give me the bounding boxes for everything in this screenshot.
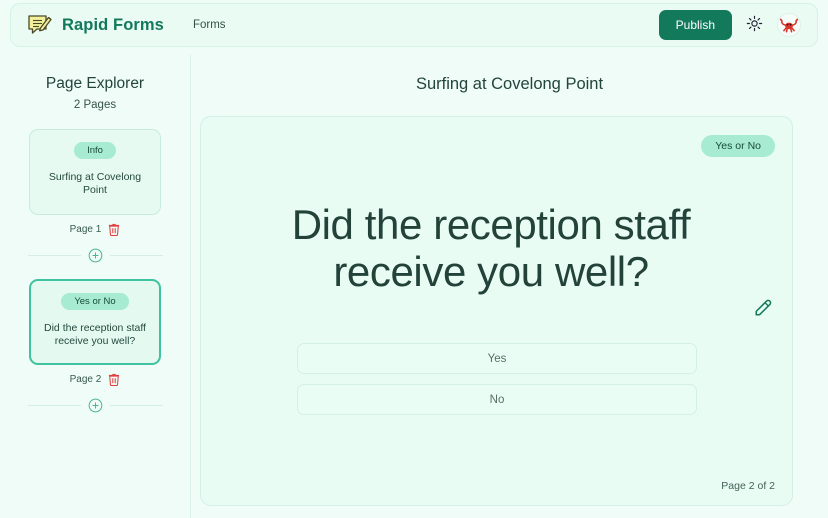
pencil-icon	[753, 299, 774, 320]
plus-circle-icon	[88, 248, 103, 266]
brand-name: Rapid Forms	[62, 15, 164, 34]
sun-icon	[746, 15, 763, 35]
plus-circle-icon	[88, 398, 103, 416]
page-meta-2: Page 2	[0, 373, 190, 389]
add-page-divider-2	[27, 398, 163, 413]
header-actions: Publish	[658, 10, 801, 40]
user-avatar-button[interactable]	[777, 13, 801, 37]
page-type-chip: Yes or No	[61, 293, 129, 310]
divider-line	[109, 255, 163, 256]
page-meta-1: Page 1	[0, 223, 190, 239]
page-count-label: 2 Pages	[73, 99, 117, 111]
question-text: Did the reception staff receive you well…	[291, 201, 691, 296]
form-editor-main: Surfing at Covelong Point Yes or No Did …	[191, 55, 828, 518]
theme-toggle-button[interactable]	[746, 15, 763, 35]
trash-icon	[108, 373, 120, 389]
answer-option-no[interactable]: No	[297, 384, 697, 415]
app-header: Rapid Forms Forms Publish	[10, 3, 818, 47]
divider-line	[109, 405, 163, 406]
brand[interactable]: Rapid Forms	[27, 13, 164, 37]
trash-icon	[108, 223, 120, 239]
page-indicator: Page 2 of 2	[721, 480, 775, 492]
nav-link-forms[interactable]: Forms	[193, 19, 226, 31]
avatar	[777, 13, 801, 37]
page-explorer-sidebar: Page Explorer 2 Pages Info Surfing at Co…	[0, 55, 191, 518]
add-page-button-1[interactable]	[81, 248, 110, 263]
divider-line	[27, 255, 81, 256]
publish-button[interactable]: Publish	[658, 10, 732, 40]
page-type-chip: Info	[74, 142, 116, 159]
add-page-divider-1	[27, 248, 163, 263]
form-pencil-logo-icon	[27, 13, 53, 37]
add-page-button-2[interactable]	[81, 398, 110, 413]
answer-option-yes[interactable]: Yes	[297, 343, 697, 374]
page-card-text: Did the reception staff receive you well…	[44, 322, 146, 348]
delete-page-1-button[interactable]	[108, 223, 120, 239]
edit-question-button[interactable]	[753, 296, 774, 317]
page-card-text: Surfing at Covelong Point	[48, 171, 142, 197]
question-canvas: Yes or No Did the reception staff receiv…	[200, 116, 793, 506]
page-number-label: Page 1	[69, 224, 102, 235]
form-title: Surfing at Covelong Point	[415, 75, 604, 93]
question-type-badge: Yes or No	[701, 135, 775, 157]
divider-line	[27, 405, 81, 406]
page-card-1[interactable]: Info Surfing at Covelong Point	[29, 129, 161, 215]
page-card-2[interactable]: Yes or No Did the reception staff receiv…	[29, 279, 161, 365]
page-explorer-title: Page Explorer	[45, 75, 145, 92]
delete-page-2-button[interactable]	[108, 373, 120, 389]
page-number-label: Page 2	[69, 374, 102, 385]
